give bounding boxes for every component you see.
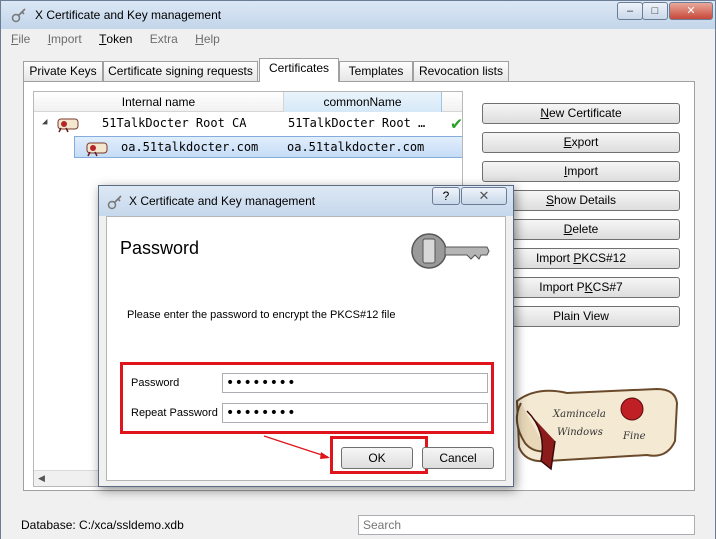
dialog-heading: Password [120, 238, 200, 258]
tree-row-root-ca[interactable]: ◢ 51TalkDocter Root CA 51TalkDocter Root… [34, 113, 462, 135]
ok-button[interactable]: OK [341, 447, 413, 469]
scroll-left-icon[interactable]: ◀ [38, 473, 45, 484]
window-title: X Certificate and Key management [35, 8, 222, 22]
expand-arrow-icon[interactable]: ◢ [42, 117, 47, 127]
tab-revocation-lists[interactable]: Revocation lists [413, 61, 509, 81]
database-path: Database: C:/xca/ssldemo.xdb [21, 518, 184, 532]
svg-text:Xamincela: Xamincela [552, 409, 606, 420]
title-bar: X Certificate and Key management – □ ✕ [1, 1, 715, 29]
dialog-message: Please enter the password to encrypt the… [127, 309, 396, 321]
help-button[interactable]: ? [432, 187, 460, 205]
key-icon [411, 233, 490, 269]
password-field[interactable]: •••••••• [222, 373, 488, 393]
dialog-title-bar: X Certificate and Key management ? ✕ [99, 186, 513, 216]
maximize-button[interactable]: □ [642, 2, 668, 20]
import-button[interactable]: Import [482, 161, 680, 182]
tab-templates[interactable]: Templates [339, 61, 413, 81]
status-bar: Database: C:/xca/ssldemo.xdb [1, 511, 715, 539]
menu-help[interactable]: Help [195, 32, 220, 46]
tab-certificates[interactable]: Certificates [259, 58, 339, 82]
password-label: Password [131, 377, 180, 389]
repeat-password-field[interactable]: •••••••• [222, 403, 488, 423]
dialog-body: Password Please enter the password to en… [106, 216, 506, 481]
root-ca-common-name: 51TalkDocter Root … [288, 116, 426, 130]
svg-text:Windows: Windows [557, 427, 603, 438]
new-certificate-button[interactable]: New Certificate [482, 103, 680, 124]
password-fields-highlight: Password •••••••• Repeat Password ••••••… [120, 362, 494, 434]
tab-private-keys[interactable]: Private Keys [23, 61, 103, 81]
column-internal-name[interactable]: Internal name [34, 92, 284, 112]
oa-cert-common-name: oa.51talkdocter.com [287, 140, 425, 154]
menu-token[interactable]: Token [99, 32, 132, 46]
minimize-button[interactable]: – [617, 2, 643, 20]
column-common-name[interactable]: commonName [284, 92, 442, 112]
xca-app-icon [11, 8, 26, 23]
tree-header: Internal name commonName [34, 92, 462, 112]
dialog-title: X Certificate and Key management [129, 194, 316, 208]
cancel-button[interactable]: Cancel [422, 447, 494, 469]
trusted-check-icon: ✔ [451, 113, 462, 134]
menu-import[interactable]: Import [48, 32, 82, 46]
tree-row-oa-cert[interactable]: oa.51talkdocter.com oa.51talkdocter.com [74, 136, 462, 158]
password-dialog: X Certificate and Key management ? ✕ Pas… [98, 185, 514, 487]
tab-certificate-signing-requests[interactable]: Certificate signing requests [103, 61, 258, 81]
dialog-close-button[interactable]: ✕ [461, 187, 507, 205]
certificate-icon [86, 142, 108, 157]
xca-app-icon [107, 195, 122, 210]
export-button[interactable]: Export [482, 132, 680, 153]
close-button[interactable]: ✕ [669, 2, 713, 20]
search-input[interactable] [358, 515, 695, 535]
oa-cert-name: oa.51talkdocter.com [121, 140, 259, 154]
menu-bar: File Import Token Extra Help [11, 32, 234, 50]
svg-text:Fine: Fine [622, 431, 646, 442]
repeat-password-label: Repeat Password [131, 407, 218, 419]
root-ca-name: 51TalkDocter Root CA [102, 116, 247, 130]
certificate-icon [57, 118, 79, 133]
menu-file[interactable]: File [11, 32, 30, 46]
menu-extra[interactable]: Extra [150, 32, 178, 46]
certificate-scroll-logo: Xamincela Windows Fine [515, 387, 679, 471]
